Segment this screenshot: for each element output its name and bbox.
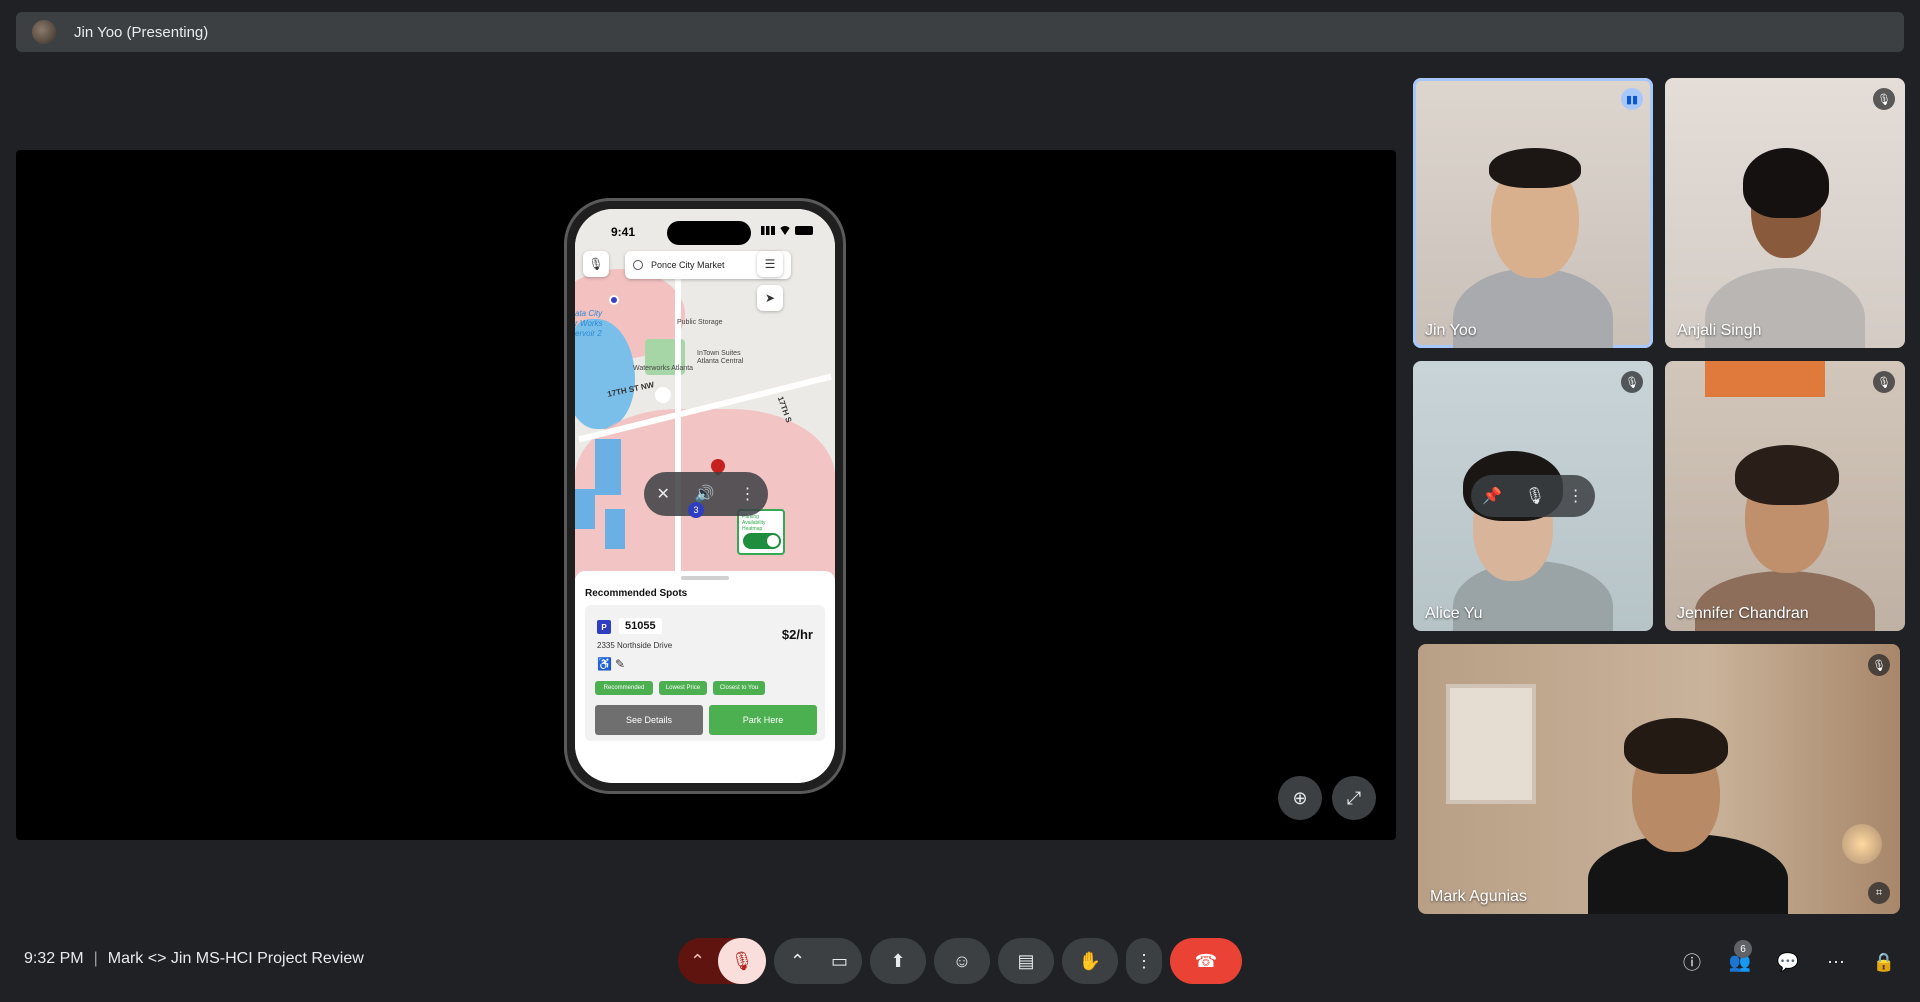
pin-icon[interactable]: 📌: [1482, 486, 1502, 506]
park-here-button[interactable]: Park Here: [709, 705, 817, 735]
signal-icon: [761, 226, 775, 235]
participant-name: Alice Yu: [1425, 605, 1483, 622]
leave-call-button[interactable]: ☎: [1170, 938, 1242, 984]
raise-hand-button[interactable]: ✋: [1062, 938, 1118, 984]
mic-off-icon: 🎙: [1868, 654, 1890, 676]
activities-icon[interactable]: ⋯: [1822, 948, 1850, 976]
captions-icon: ▤: [1017, 950, 1035, 971]
meeting-time: 9:32 PM: [24, 950, 84, 967]
search-value: Ponce City Market: [651, 260, 725, 270]
chat-icon[interactable]: 💬: [1774, 948, 1802, 976]
spot-address: 2335 Northside Drive: [597, 641, 673, 650]
bottom-control-bar: 9:32 PM | Mark <> Jin MS-HCI Project Rev…: [0, 930, 1920, 992]
presentation-hover-controls: ✕ 🔊 ⋮: [644, 472, 768, 516]
mic-button[interactable]: 🎙: [583, 251, 609, 277]
spot-id: 51055: [619, 618, 662, 634]
sheet-title: Recommended Spots: [585, 588, 688, 599]
mic-off-icon: 🎙: [1873, 371, 1895, 393]
heatmap-toggle[interactable]: [743, 533, 781, 549]
unpin-icon[interactable]: ✕: [656, 484, 669, 504]
presenter-bar: Jin Yoo (Presenting): [16, 12, 1904, 52]
see-details-button[interactable]: See Details: [595, 705, 703, 735]
wifi-icon: [779, 226, 791, 235]
cluster-count: 3: [688, 502, 704, 518]
menu-button[interactable]: ☰: [757, 251, 783, 277]
accessible-icon: ♿: [597, 657, 612, 671]
emoji-icon: ☺: [952, 950, 972, 971]
participant-name: Anjali Singh: [1677, 322, 1762, 339]
status-time: 9:41: [611, 225, 636, 239]
presenter-name: Jin Yoo (Presenting): [74, 23, 209, 41]
mic-off-icon: 🎙: [1873, 88, 1895, 110]
separator: |: [93, 950, 98, 967]
map-label-public-storage: Public Storage: [677, 319, 723, 326]
search-icon: [633, 260, 643, 270]
host-controls-icon[interactable]: 🔒: [1870, 948, 1898, 976]
hand-icon: ✋: [1078, 950, 1102, 971]
map[interactable]: ata City r Works ervoir 2 Public Storage…: [575, 209, 835, 579]
participant-name: Jin Yoo: [1425, 322, 1477, 339]
battery-icon: [795, 226, 813, 235]
participant-tile-anjali-singh[interactable]: 🎙 Anjali Singh: [1665, 78, 1905, 348]
zoom-in-button[interactable]: ⊕: [1278, 776, 1322, 820]
more-options-icon[interactable]: ⋮: [1568, 486, 1584, 506]
people-count-badge: 6: [1734, 940, 1752, 958]
map-label-waterworks: Waterworks Atlanta: [633, 365, 694, 372]
sheet-grab-handle[interactable]: [681, 576, 729, 580]
mute-participant-icon[interactable]: 🎙: [1525, 486, 1545, 506]
status-icons: [761, 226, 813, 235]
participant-tile-alice-yu[interactable]: 🎙 📌 🎙 ⋮ Alice Yu: [1413, 361, 1653, 631]
reactions-button[interactable]: ☺: [934, 938, 990, 984]
participant-name: Mark Agunias: [1430, 888, 1527, 905]
hangup-icon: ☎: [1194, 950, 1218, 971]
parking-badge-icon: P: [597, 620, 611, 634]
present-screen-icon: ⬆: [890, 950, 906, 971]
speaking-indicator-icon: ▮▮: [1621, 88, 1643, 110]
more-options-icon[interactable]: ⋮: [740, 484, 756, 504]
people-icon[interactable]: 6 👥: [1726, 940, 1754, 976]
participant-tile-mark-agunias[interactable]: 🎙 ⌗ Mark Agunias: [1418, 644, 1900, 914]
participant-tile-jennifer-chandran[interactable]: 🎙 Jennifer Chandran: [1665, 361, 1905, 631]
camera-options-chevron-icon[interactable]: ⌃: [790, 951, 805, 972]
participant-name: Jennifer Chandran: [1677, 605, 1809, 622]
spot-price: $2/hr: [781, 627, 813, 642]
bottom-sheet: Recommended Spots P 51055 2335 Northside…: [575, 571, 835, 783]
map-label-intown: InTown Suites: [697, 350, 741, 357]
water-label: ata City r Works ervoir 2: [575, 309, 603, 338]
map-label-intown-2: Atlanta Central: [697, 358, 744, 365]
tag-closest: Closest to You: [713, 681, 765, 695]
mic-toggle-button[interactable]: 🎙: [718, 938, 766, 984]
meeting-info: 9:32 PM | Mark <> Jin MS-HCI Project Rev…: [24, 950, 364, 968]
meeting-details-icon[interactable]: ⓘ: [1678, 948, 1706, 976]
camera-control-group: ⌃ ▭: [774, 938, 862, 984]
fullscreen-button[interactable]: ⤢: [1332, 776, 1376, 820]
mic-off-icon: 🎙: [730, 950, 754, 971]
volume-icon[interactable]: 🔊: [695, 484, 715, 504]
more-vert-icon: ⋮: [1135, 950, 1153, 971]
camera-icon[interactable]: ▭: [831, 951, 848, 972]
presenter-avatar: [32, 20, 56, 44]
present-button[interactable]: ⬆: [870, 938, 926, 984]
navigation-button[interactable]: ➤: [757, 285, 783, 311]
presentation-stage: 9:41 ata City r Works ervoir 2 Public St…: [16, 150, 1396, 840]
captions-button[interactable]: ▤: [998, 938, 1054, 984]
tile-hover-controls: 📌 🎙 ⋮: [1471, 475, 1595, 517]
spot-card[interactable]: P 51055 2335 Northside Drive $2/hr ♿ ✎ R…: [585, 605, 825, 741]
participant-tile-jin-yoo[interactable]: ▮▮ Jin Yoo: [1413, 78, 1653, 348]
tag-recommended: Recommended: [595, 681, 653, 695]
tag-lowest-price: Lowest Price: [659, 681, 707, 695]
meeting-title[interactable]: Mark <> Jin MS-HCI Project Review: [108, 950, 364, 968]
mic-options-chevron-icon[interactable]: ⌃: [690, 951, 705, 972]
crop-icon[interactable]: ⌗: [1868, 882, 1890, 904]
mic-off-icon: 🎙: [1621, 371, 1643, 393]
no-parking-icon: ✎: [615, 657, 626, 671]
dynamic-island: [667, 221, 751, 245]
more-options-button[interactable]: ⋮: [1126, 938, 1162, 984]
